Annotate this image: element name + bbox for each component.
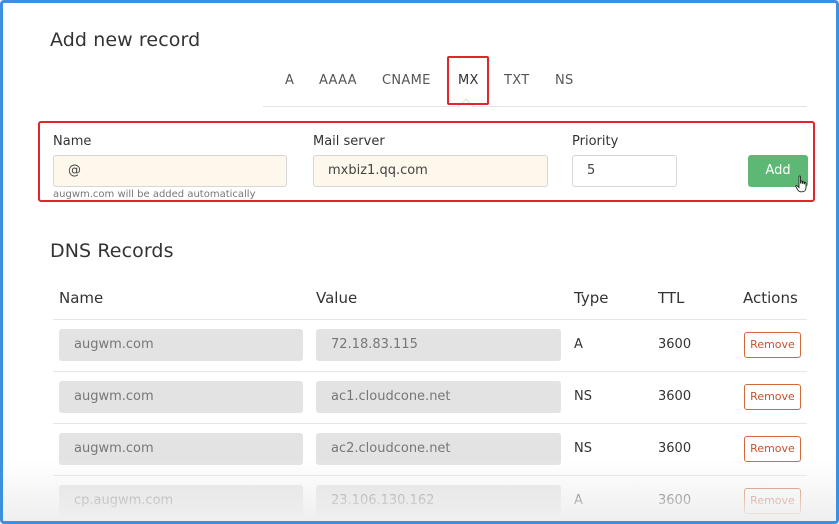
record-type: NS bbox=[574, 441, 592, 456]
record-type-tabs: A AAAA CNAME MX TXT NS bbox=[3, 73, 836, 95]
column-header-value: Value bbox=[316, 289, 358, 307]
record-type: A bbox=[574, 493, 583, 508]
tabs-divider bbox=[263, 106, 807, 107]
record-ttl: 3600 bbox=[658, 441, 692, 456]
tab-a[interactable]: A bbox=[285, 73, 294, 88]
tab-aaaa[interactable]: AAAA bbox=[319, 73, 357, 88]
row-divider bbox=[53, 371, 807, 372]
remove-button[interactable]: Remove bbox=[744, 436, 801, 462]
remove-button[interactable]: Remove bbox=[744, 488, 801, 514]
column-header-name: Name bbox=[59, 289, 104, 307]
record-name-field[interactable]: augwm.com bbox=[59, 381, 303, 413]
table-divider bbox=[53, 319, 807, 320]
app-frame: Add new record A AAAA CNAME MX TXT NS Na… bbox=[0, 0, 839, 524]
column-header-ttl: TTL bbox=[658, 289, 685, 307]
row-divider bbox=[53, 423, 807, 424]
add-record-title: Add new record bbox=[50, 29, 201, 51]
record-name-field[interactable]: augwm.com bbox=[59, 329, 303, 361]
record-name-field[interactable]: augwm.com bbox=[59, 433, 303, 465]
record-ttl: 3600 bbox=[658, 389, 692, 404]
remove-button[interactable]: Remove bbox=[744, 332, 801, 358]
record-type: NS bbox=[574, 389, 592, 404]
record-type: A bbox=[574, 337, 583, 352]
dns-records-title: DNS Records bbox=[50, 240, 174, 262]
add-form-highlight bbox=[38, 121, 815, 202]
tab-txt[interactable]: TXT bbox=[504, 73, 529, 88]
row-divider bbox=[53, 475, 807, 476]
record-ttl: 3600 bbox=[658, 493, 692, 508]
record-value-field[interactable]: ac2.cloudcone.net bbox=[316, 433, 561, 465]
record-value-field[interactable]: 72.18.83.115 bbox=[316, 329, 561, 361]
column-header-actions: Actions bbox=[743, 289, 798, 307]
remove-button[interactable]: Remove bbox=[744, 384, 801, 410]
record-value-field[interactable]: ac1.cloudcone.net bbox=[316, 381, 561, 413]
tab-ns[interactable]: NS bbox=[555, 73, 574, 88]
mx-tab-highlight bbox=[447, 56, 489, 105]
column-header-type: Type bbox=[574, 289, 609, 307]
record-value-field[interactable]: 23.106.130.162 bbox=[316, 485, 561, 517]
tab-cname[interactable]: CNAME bbox=[382, 73, 431, 88]
record-name-field[interactable]: cp.augwm.com bbox=[59, 485, 303, 517]
record-ttl: 3600 bbox=[658, 337, 692, 352]
